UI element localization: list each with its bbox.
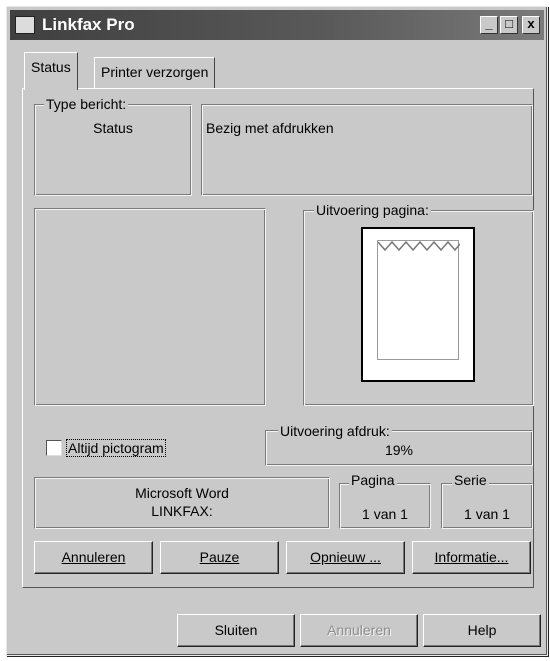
pause-button[interactable]: Pauze [160,541,279,574]
page-count-value: 1 van 1 [362,506,408,522]
preview-area [34,208,266,406]
title-bar[interactable]: Linkfax Pro _ □ x [10,10,544,40]
page-count-legend: Pagina [349,472,397,488]
page-print-progress-icon [378,240,460,252]
retry-button[interactable]: Opnieuw ... [286,541,405,574]
tab-status[interactable]: Status [24,52,78,90]
series-count-value: 1 van 1 [464,506,510,522]
information-button[interactable]: Informatie... [412,541,531,574]
message-type-box [34,104,192,196]
message-type-value: Status [93,120,133,136]
close-label: Sluiten [214,622,258,638]
window-title: Linkfax Pro [42,15,135,34]
print-progress-percent: 19% [384,442,414,458]
always-icon-checkbox[interactable] [46,440,62,456]
close-window-button[interactable]: x [522,16,540,34]
application-name: Microsoft Word [135,485,229,501]
tab-status-label: Status [31,59,71,75]
close-button[interactable]: Sluiten [177,614,295,647]
cancel-print-button[interactable]: Annuleren [34,541,153,574]
cancel-dialog-button[interactable]: Annuleren [300,614,418,647]
always-icon-label[interactable]: Altijd pictogram [66,439,166,457]
cancel-dialog-label: Annuleren [327,622,391,638]
pause-label: Pauze [199,549,240,565]
information-label: Informatie... [434,549,509,565]
message-text-box [201,104,533,196]
message-type-legend: Type bericht: [44,96,129,112]
maximize-button[interactable]: □ [500,16,518,34]
message-text: Bezig met afdrukken [206,120,334,136]
help-button[interactable]: Help [423,614,541,647]
print-progress-legend: Uitvoering afdruk: [278,423,392,439]
retry-label: Opnieuw ... [310,549,381,565]
minimize-button[interactable]: _ [480,16,498,34]
page-progress-legend: Uitvoering pagina: [314,202,431,218]
app-icon [15,16,35,34]
tab-printer-verzorgen[interactable]: Printer verzorgen [94,57,216,89]
cancel-print-label: Annuleren [61,549,126,565]
document-name: LINKFAX: [151,503,213,519]
series-count-legend: Serie [452,472,489,488]
tab-printer-verzorgen-label: Printer verzorgen [101,64,209,80]
help-label: Help [467,622,497,638]
page-content-area [377,240,459,360]
